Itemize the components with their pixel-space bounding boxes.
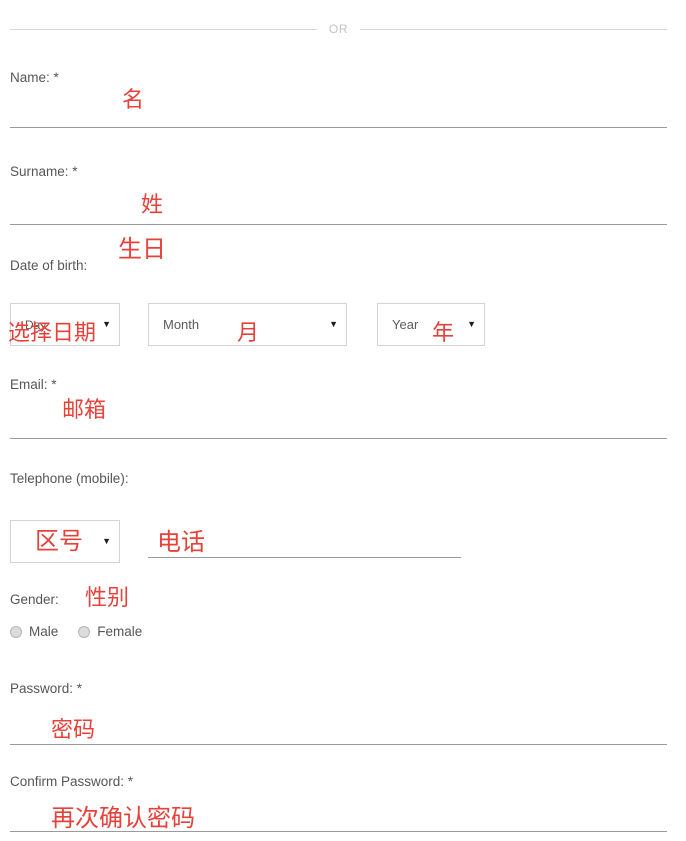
chevron-down-icon: ▼ — [467, 319, 476, 329]
confirm-password-input-underline — [10, 831, 667, 832]
divider-rule-right — [360, 28, 668, 30]
month-select-annotation: 月 — [237, 321, 260, 346]
radio-button-icon[interactable] — [10, 625, 22, 638]
password-input-underline — [10, 744, 667, 745]
telephone-input-underline — [148, 557, 461, 558]
password-input[interactable] — [10, 674, 667, 742]
name-input[interactable] — [10, 60, 667, 126]
divider-rule-left — [10, 28, 317, 30]
confirm-password-input[interactable] — [10, 766, 667, 830]
surname-input[interactable] — [10, 156, 667, 222]
gender-label: Gender: — [10, 592, 59, 607]
or-label: OR — [328, 22, 349, 36]
gender-option-male-label: Male — [29, 624, 59, 639]
gender-radio-group[interactable]: Male Female — [10, 624, 162, 639]
area-code-annotation: 区号 — [35, 527, 83, 555]
year-select-annotation: 年 — [432, 321, 455, 346]
telephone-annotation: 电话 — [157, 528, 205, 556]
surname-input-underline — [10, 224, 667, 225]
chevron-down-icon: ▼ — [329, 319, 338, 329]
year-select[interactable]: Year ▼ — [377, 303, 485, 346]
gender-option-female-label: Female — [97, 624, 143, 639]
date-of-birth-label: Date of birth: — [10, 258, 88, 273]
gender-option-male[interactable]: Male — [10, 624, 58, 639]
or-divider: OR — [10, 20, 668, 38]
chevron-down-icon: ▼ — [102, 536, 111, 546]
gender-annotation: 性别 — [85, 586, 130, 611]
telephone-label: Telephone (mobile): — [10, 471, 129, 486]
email-input[interactable] — [10, 370, 667, 436]
radio-button-icon[interactable] — [78, 625, 91, 638]
chevron-down-icon: ▼ — [102, 319, 111, 329]
date-of-birth-annotation: 生日 — [118, 235, 166, 263]
day-select-annotation: 选择日期 — [8, 321, 97, 346]
gender-option-female[interactable]: Female — [78, 624, 142, 639]
name-input-underline — [10, 127, 667, 128]
email-input-underline — [10, 438, 667, 439]
